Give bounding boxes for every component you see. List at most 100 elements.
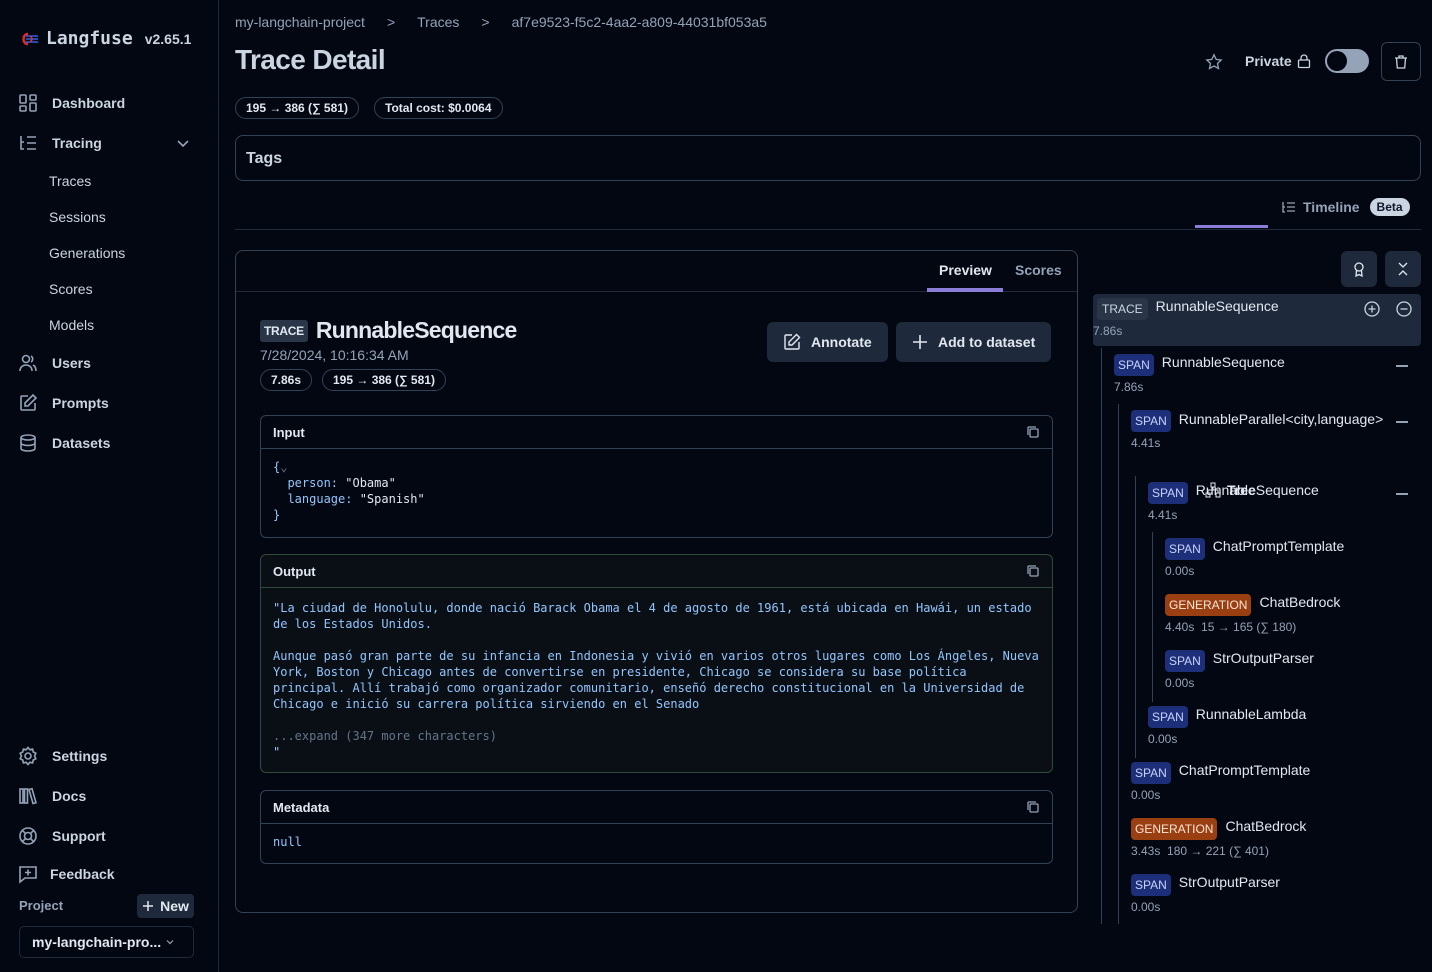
breadcrumb-traces[interactable]: Traces bbox=[417, 14, 459, 30]
tree-node[interactable]: SPAN RunnableSequence 4.41s bbox=[1148, 482, 1319, 522]
tree-node[interactable]: SPAN StrOutputParser 0.00s bbox=[1131, 874, 1280, 914]
sidebar-item-label: Settings bbox=[52, 748, 108, 764]
metadata-value: null bbox=[273, 835, 302, 849]
json-value: "Spanish" bbox=[359, 492, 425, 506]
output-header: Output bbox=[261, 555, 1052, 588]
node-meta: 4.40s 15 → 165 (∑ 180) bbox=[1165, 620, 1297, 634]
users-icon bbox=[19, 354, 37, 372]
new-project-label: New bbox=[160, 898, 189, 914]
copy-icon[interactable] bbox=[1026, 425, 1040, 439]
type-badge: GENERATION bbox=[1165, 594, 1252, 616]
observation-header: TRACE RunnableSequence bbox=[260, 317, 517, 344]
sidebar-item-support[interactable]: Support bbox=[18, 826, 106, 846]
project-label: Project bbox=[19, 898, 64, 913]
active-tab-indicator bbox=[927, 288, 1003, 292]
sidebar-item-traces[interactable]: Traces bbox=[49, 173, 91, 189]
view-tabs: Tree Timeline Beta bbox=[235, 188, 1421, 498]
node-meta: 0.00s bbox=[1131, 900, 1161, 914]
tree-toolbar bbox=[1341, 251, 1421, 287]
tree-node[interactable]: SPAN RunnableParallel<city,language> 4.41… bbox=[1131, 410, 1386, 450]
datasets-icon bbox=[20, 434, 36, 452]
sidebar-item-scores[interactable]: Scores bbox=[49, 281, 93, 297]
tree-node[interactable]: SPAN StrOutputParser 0.00s bbox=[1165, 650, 1314, 690]
copy-icon[interactable] bbox=[1026, 800, 1040, 814]
collapse-all-button[interactable] bbox=[1385, 251, 1421, 287]
collapse-node-icon[interactable] bbox=[1396, 493, 1408, 495]
json-brace: } bbox=[273, 508, 281, 522]
annotate-button[interactable]: Annotate bbox=[767, 322, 888, 362]
star-icon[interactable] bbox=[1205, 53, 1223, 71]
tab-preview[interactable]: Preview bbox=[939, 262, 992, 278]
sidebar-item-prompts[interactable]: Prompts bbox=[18, 393, 109, 413]
token-usage-badge: 195 → 386 (∑ 581) bbox=[322, 369, 446, 391]
tree-node[interactable]: GENERATION ChatBedrock 4.40s 15 → 165 (∑ … bbox=[1165, 594, 1340, 634]
annotate-label: Annotate bbox=[811, 334, 872, 350]
type-badge: SPAN bbox=[1131, 874, 1171, 896]
dashboard-icon bbox=[19, 94, 37, 112]
collapse-node-icon[interactable] bbox=[1396, 421, 1408, 423]
plus-icon bbox=[143, 901, 154, 911]
chevron-down-icon[interactable] bbox=[176, 136, 190, 150]
type-badge: SPAN bbox=[1131, 410, 1171, 432]
type-badge: SPAN bbox=[1165, 650, 1205, 672]
observation-timestamp: 7/28/2024, 10:16:34 AM bbox=[260, 347, 409, 363]
node-meta: 7.86s bbox=[1093, 324, 1123, 338]
tree-node[interactable]: SPAN ChatPromptTemplate 0.00s bbox=[1131, 762, 1310, 802]
metadata-header: Metadata bbox=[261, 791, 1052, 824]
sidebar-item-label: Dashboard bbox=[52, 95, 126, 111]
tracing-icon bbox=[20, 136, 36, 150]
tree-guide bbox=[1152, 532, 1153, 702]
settings-icon bbox=[19, 746, 37, 766]
collapse-all-icon[interactable] bbox=[1396, 301, 1412, 317]
collapse-node-icon[interactable] bbox=[1396, 365, 1408, 367]
tree-node[interactable]: SPAN RunnableSequence 7.86s bbox=[1114, 354, 1285, 394]
sidebar-item-models[interactable]: Models bbox=[49, 317, 94, 333]
new-project-button[interactable]: New bbox=[137, 894, 194, 918]
tree-node[interactable]: GENERATION ChatBedrock 3.43s 180 → 221 (∑… bbox=[1131, 818, 1306, 858]
node-name: ChatPromptTemplate bbox=[1178, 762, 1311, 778]
sidebar-item-feedback[interactable]: Feedback bbox=[18, 864, 115, 884]
logo[interactable]: Langfuse v2.65.1 bbox=[20, 28, 191, 49]
sidebar-item-settings[interactable]: Settings bbox=[18, 746, 107, 766]
tree-node[interactable]: SPAN RunnableLambda 0.00s bbox=[1148, 706, 1306, 746]
node-meta: 7.86s bbox=[1114, 380, 1144, 394]
tab-timeline[interactable]: Timeline Beta bbox=[1281, 198, 1410, 216]
tree-node[interactable]: SPAN ChatPromptTemplate 0.00s bbox=[1165, 538, 1344, 578]
node-name: ChatBedrock bbox=[1225, 818, 1307, 834]
sidebar-item-users[interactable]: Users bbox=[18, 353, 91, 373]
tags-section[interactable]: Tags bbox=[235, 135, 1421, 181]
prompts-icon bbox=[20, 393, 38, 411]
output-text: "La ciudad de Honolulu, donde nació Bara… bbox=[261, 588, 1052, 770]
sidebar-item-tracing[interactable]: Tracing bbox=[18, 133, 102, 153]
collapse-icon[interactable]: ⌄ bbox=[280, 460, 287, 474]
node-name: RunnableLambda bbox=[1195, 706, 1307, 722]
node-meta: 4.41s bbox=[1148, 508, 1178, 522]
delete-trace-button[interactable] bbox=[1381, 42, 1421, 81]
output-paragraph: "La ciudad de Honolulu, donde nació Bara… bbox=[273, 601, 1039, 631]
breadcrumb-project[interactable]: my-langchain-project bbox=[235, 14, 365, 30]
add-to-dataset-button[interactable]: Add to dataset bbox=[896, 322, 1052, 362]
page-title: Trace Detail bbox=[235, 44, 386, 75]
total-cost-badge: Total cost: $0.0064 bbox=[374, 97, 503, 119]
add-to-dataset-label: Add to dataset bbox=[938, 334, 1036, 350]
scores-toggle-button[interactable] bbox=[1341, 251, 1377, 287]
project-select[interactable]: my-langchain-pro... bbox=[19, 926, 194, 958]
node-meta: 0.00s bbox=[1165, 564, 1195, 578]
sidebar-item-datasets[interactable]: Datasets bbox=[18, 433, 110, 453]
expand-all-icon[interactable] bbox=[1364, 301, 1380, 317]
private-toggle[interactable] bbox=[1325, 49, 1369, 73]
copy-icon[interactable] bbox=[1026, 564, 1040, 578]
expand-link[interactable]: ...expand (347 more characters) bbox=[273, 728, 1040, 744]
output-section: Output "La ciudad de Honolulu, donde nac… bbox=[260, 554, 1053, 773]
sidebar-item-docs[interactable]: Docs bbox=[18, 786, 86, 806]
output-title: Output bbox=[273, 563, 316, 579]
sidebar-item-generations[interactable]: Generations bbox=[49, 245, 125, 261]
sidebar-item-sessions[interactable]: Sessions bbox=[49, 209, 106, 225]
node-name: ChatBedrock bbox=[1259, 594, 1341, 610]
tab-scores[interactable]: Scores bbox=[1015, 262, 1062, 278]
input-title: Input bbox=[273, 424, 305, 440]
tree-node[interactable]: TRACE RunnableSequence 7.86s bbox=[1093, 298, 1279, 338]
node-name: StrOutputParser bbox=[1178, 874, 1280, 890]
sidebar-item-dashboard[interactable]: Dashboard bbox=[18, 93, 125, 113]
trash-icon bbox=[1395, 54, 1407, 69]
